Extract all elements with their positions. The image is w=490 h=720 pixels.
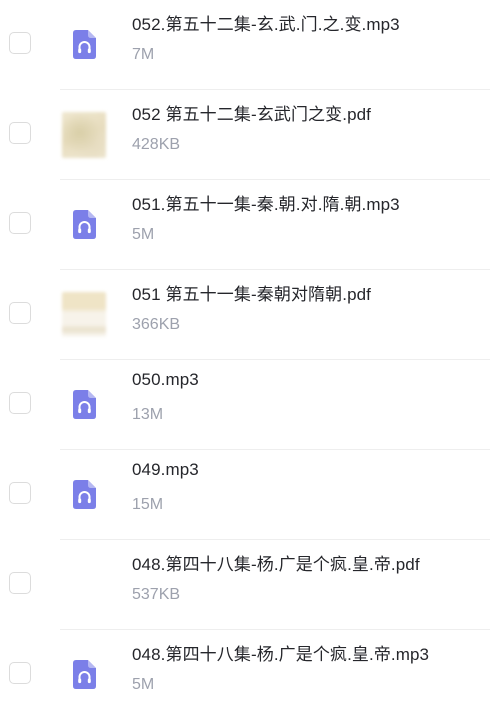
file-size: 5M — [132, 226, 155, 243]
file-name: 052 第五十二集-玄武门之变.pdf — [132, 105, 372, 124]
file-name: 048.第四十八集-杨.广是个疯.皇.帝.pdf — [132, 555, 420, 574]
file-name: 048.第四十八集-杨.广是个疯.皇.帝.mp3 — [132, 645, 430, 664]
file-name: 049.mp3 — [132, 460, 199, 479]
select-checkbox[interactable] — [9, 662, 31, 684]
file-row[interactable]: 048.第四十八集-杨.广是个疯.皇.帝.pdf 537KB — [0, 540, 490, 630]
file-row[interactable]: 052 第五十二集-玄武门之变.pdf 428KB — [0, 90, 490, 180]
file-row[interactable]: 048.第四十八集-杨.广是个疯.皇.帝.mp3 5M — [0, 630, 490, 720]
file-size: 5M — [132, 676, 155, 693]
file-name: 050.mp3 — [132, 370, 199, 389]
file-name: 051.第五十一集-秦.朝.对.隋.朝.mp3 — [132, 195, 400, 214]
file-size: 15M — [132, 496, 164, 513]
select-checkbox[interactable] — [9, 212, 31, 234]
select-checkbox[interactable] — [9, 302, 31, 324]
file-size: 13M — [132, 406, 164, 423]
file-row[interactable]: 052.第五十二集-玄.武.门.之.变.mp3 7M — [0, 0, 490, 90]
select-checkbox[interactable] — [9, 32, 31, 54]
pdf-thumbnail — [62, 112, 106, 158]
file-name: 051 第五十一集-秦朝对隋朝.pdf — [132, 285, 372, 304]
headphones-file-icon — [60, 470, 108, 518]
select-checkbox[interactable] — [9, 482, 31, 504]
file-size: 537KB — [132, 586, 181, 603]
headphones-file-icon — [60, 200, 108, 248]
pdf-thumbnail — [62, 292, 106, 338]
file-name: 052.第五十二集-玄.武.门.之.变.mp3 — [132, 15, 400, 34]
file-list: 052.第五十二集-玄.武.门.之.变.mp3 7M 052 第五十二集-玄武门… — [0, 0, 490, 708]
select-checkbox[interactable] — [9, 392, 31, 414]
file-row[interactable]: 050.mp3 13M — [0, 360, 490, 450]
file-row[interactable]: 049.mp3 15M — [0, 450, 490, 540]
file-row[interactable]: 051 第五十一集-秦朝对隋朝.pdf 366KB — [0, 270, 490, 360]
headphones-file-icon — [60, 380, 108, 428]
select-checkbox[interactable] — [9, 122, 31, 144]
file-size: 428KB — [132, 136, 181, 153]
file-size: 7M — [132, 46, 155, 63]
headphones-file-icon — [60, 20, 108, 68]
select-checkbox[interactable] — [9, 572, 31, 594]
file-size: 366KB — [132, 316, 181, 333]
file-row[interactable]: 051.第五十一集-秦.朝.对.隋.朝.mp3 5M — [0, 180, 490, 270]
headphones-file-icon — [60, 650, 108, 698]
